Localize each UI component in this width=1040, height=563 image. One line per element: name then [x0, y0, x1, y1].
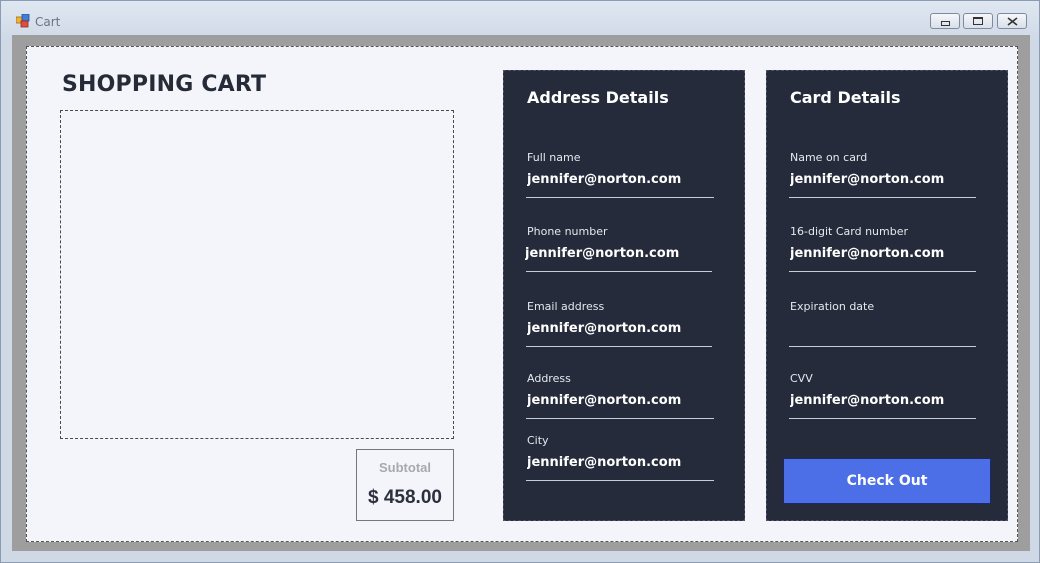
- address-field[interactable]: [527, 393, 713, 408]
- city-label: City: [527, 434, 549, 447]
- address-details-panel: Address Details Full name Phone number E…: [503, 70, 745, 521]
- subtotal-label: Subtotal: [379, 460, 431, 475]
- cvv-field[interactable]: [790, 393, 976, 408]
- card-number-field[interactable]: [790, 246, 976, 261]
- form-client-area: SHOPPING CART Subtotal $ 458.00 Address …: [26, 46, 1018, 542]
- cart-items-panel[interactable]: [60, 110, 454, 439]
- email-address-field[interactable]: [527, 321, 713, 336]
- expiration-date-underline: [789, 346, 976, 347]
- city-field[interactable]: [527, 455, 713, 470]
- subtotal-box: Subtotal $ 458.00: [356, 449, 454, 521]
- card-number-underline: [789, 271, 976, 272]
- card-details-panel: Card Details Name on card 16-digit Card …: [766, 70, 1008, 521]
- page-title: SHOPPING CART: [62, 72, 267, 97]
- windows-form-icon: [16, 14, 30, 28]
- close-icon: [1007, 16, 1017, 26]
- full-name-field[interactable]: [527, 172, 713, 187]
- phone-number-field[interactable]: [525, 246, 711, 261]
- email-address-label: Email address: [527, 300, 605, 313]
- cvv-underline: [789, 418, 976, 419]
- expiration-date-label: Expiration date: [790, 300, 875, 313]
- address-details-title: Address Details: [527, 88, 669, 107]
- expiration-date-field[interactable]: [790, 321, 976, 336]
- card-details-title: Card Details: [790, 88, 901, 107]
- full-name-label: Full name: [527, 151, 581, 164]
- full-name-underline: [526, 197, 714, 198]
- cvv-label: CVV: [790, 372, 813, 385]
- form-frame: SHOPPING CART Subtotal $ 458.00 Address …: [12, 35, 1030, 551]
- name-on-card-underline: [789, 197, 976, 198]
- maximize-button[interactable]: [963, 13, 993, 29]
- cart-window: Cart SHOPPING CART Subtotal $ 458.00 Add…: [0, 0, 1040, 563]
- title-bar[interactable]: Cart: [1, 1, 1039, 35]
- close-button[interactable]: [997, 13, 1027, 29]
- subtotal-value: $ 458.00: [368, 487, 442, 508]
- city-underline: [526, 480, 714, 481]
- phone-number-underline: [526, 271, 712, 272]
- check-out-button[interactable]: Check Out: [783, 458, 991, 504]
- address-label: Address: [527, 372, 571, 385]
- email-address-underline: [526, 346, 712, 347]
- minimize-icon: [940, 20, 950, 26]
- minimize-button[interactable]: [930, 13, 960, 29]
- maximize-icon: [973, 17, 983, 25]
- phone-number-label: Phone number: [527, 225, 608, 238]
- address-underline: [526, 418, 714, 419]
- card-number-label: 16-digit Card number: [790, 225, 909, 238]
- window-title: Cart: [35, 15, 61, 29]
- name-on-card-label: Name on card: [790, 151, 868, 164]
- name-on-card-field[interactable]: [790, 172, 976, 187]
